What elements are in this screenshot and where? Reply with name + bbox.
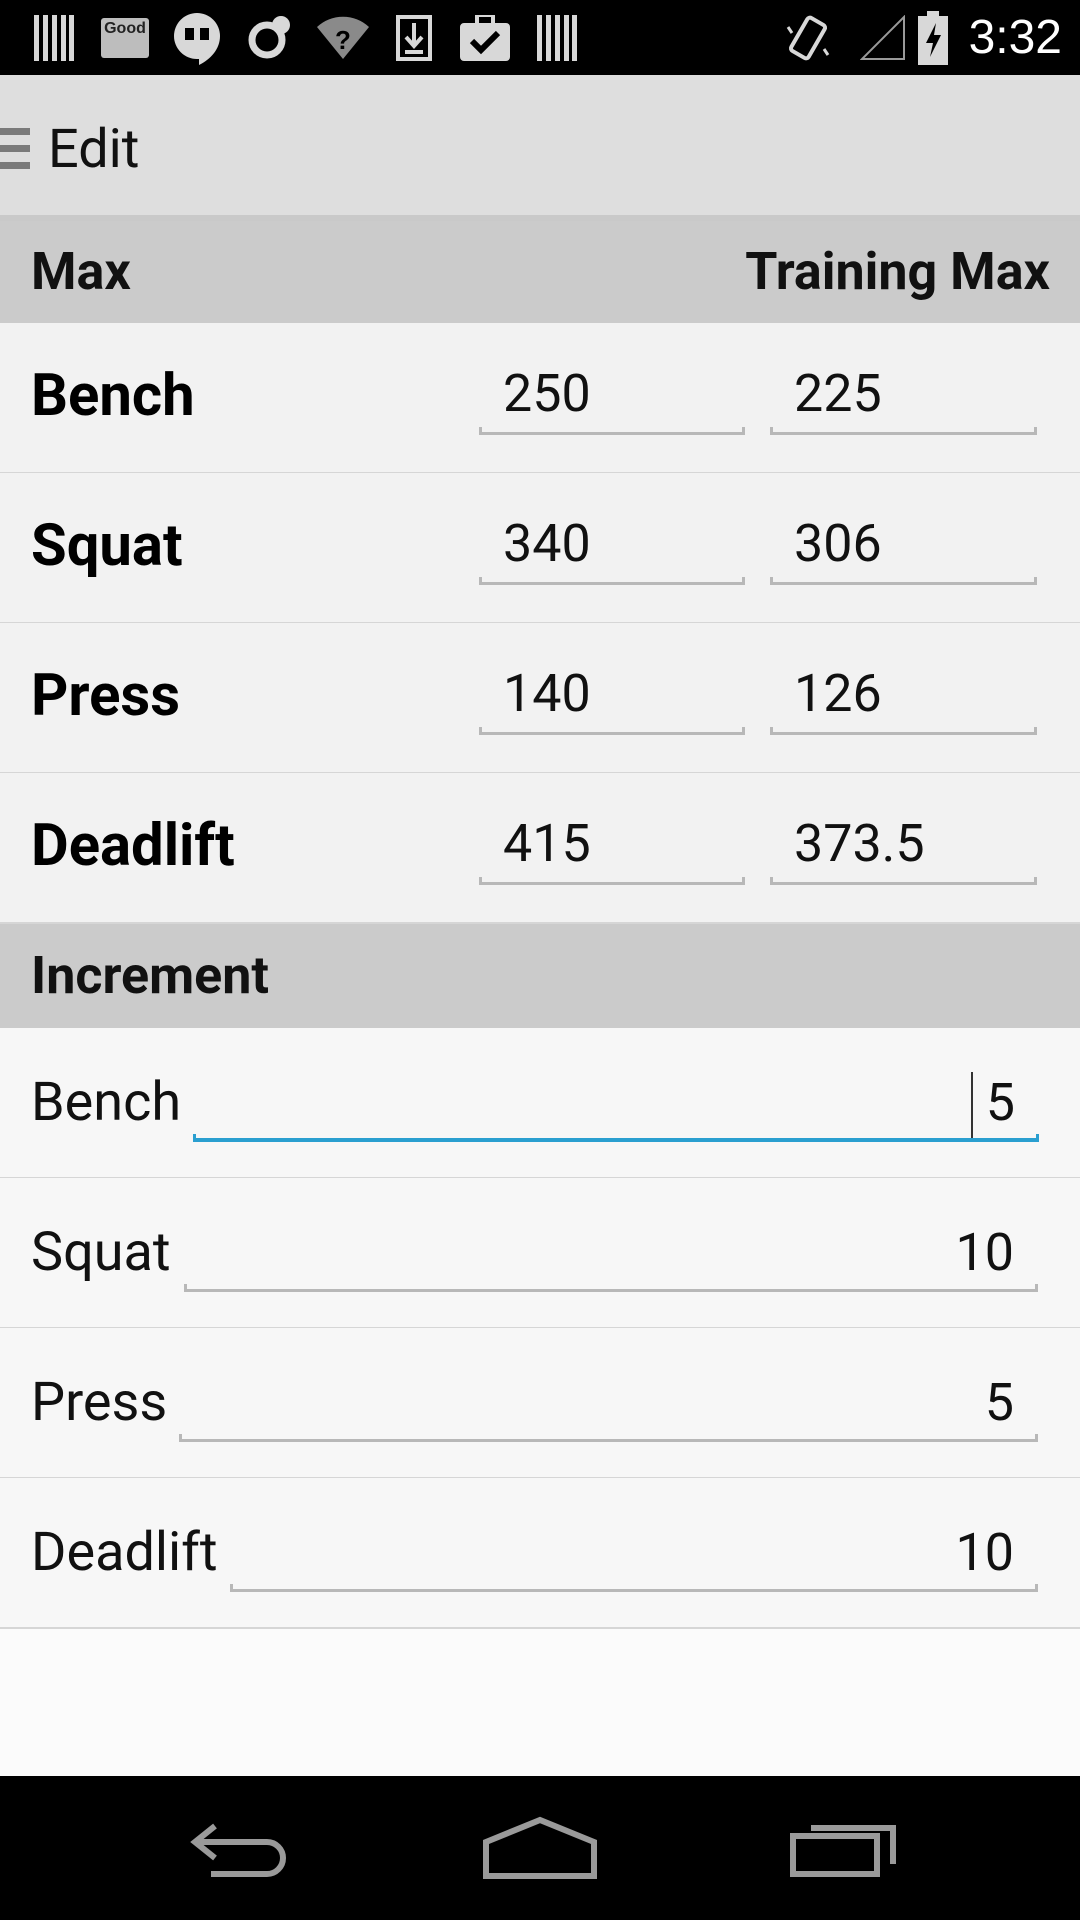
training-max-input[interactable]: 126	[770, 657, 1037, 735]
training-max-value: 126	[794, 663, 882, 724]
max-input[interactable]: 340	[479, 507, 745, 585]
wifi-question-icon: ?	[315, 10, 371, 66]
lift-label: Squat	[31, 512, 183, 580]
barcode-icon	[537, 10, 577, 66]
max-value: 340	[503, 513, 591, 574]
increment-input[interactable]: 5	[179, 1362, 1038, 1442]
hangouts-icon	[172, 10, 222, 66]
training-max-value: 373.5	[794, 813, 925, 874]
home-icon[interactable]	[480, 1806, 600, 1890]
good-label: Good	[101, 18, 149, 58]
lift-label: Squat	[31, 1221, 171, 1284]
increment-input[interactable]: 10	[230, 1512, 1038, 1592]
training-max-value: 306	[794, 513, 882, 574]
back-icon[interactable]	[180, 1806, 300, 1890]
training-max-value: 225	[794, 363, 882, 424]
training-max-input[interactable]: 225	[770, 357, 1037, 435]
max-header-label: Max	[31, 241, 131, 302]
svg-text:?: ?	[335, 25, 351, 55]
max-value: 250	[503, 363, 591, 424]
training-max-input[interactable]: 306	[770, 507, 1037, 585]
sync-icon	[245, 10, 293, 66]
increment-value: 10	[955, 1222, 1014, 1283]
max-row-press: Press 140 126	[0, 623, 1080, 774]
max-input[interactable]: 140	[479, 657, 745, 735]
lift-label: Bench	[31, 362, 195, 430]
increment-value: 10	[955, 1522, 1014, 1583]
increment-input[interactable]: 10	[184, 1212, 1038, 1292]
text-cursor	[971, 1072, 973, 1140]
max-value: 415	[503, 813, 591, 874]
lift-label: Press	[31, 1371, 168, 1434]
increment-row-press: Press 5	[0, 1328, 1080, 1479]
increment-value: 5	[984, 1372, 1014, 1433]
download-icon	[396, 10, 432, 66]
vibrate-icon	[784, 10, 832, 66]
max-input[interactable]: 415	[479, 807, 745, 885]
task-check-icon	[460, 10, 510, 66]
page-title[interactable]: Edit	[48, 115, 139, 185]
training-max-header-label: Training Max	[745, 241, 1050, 302]
status-time: 3:32	[968, 11, 1062, 64]
navigation-bar	[0, 1776, 1080, 1920]
recent-apps-icon[interactable]	[784, 1806, 904, 1890]
action-bar: Edit	[0, 75, 1080, 221]
increment-row-bench: Bench 5	[0, 1028, 1080, 1179]
drawer-menu-icon[interactable]	[0, 128, 30, 170]
increment-section-header: Increment	[0, 924, 1080, 1028]
battery-charging-icon	[918, 10, 948, 66]
max-section-header: Max Training Max	[0, 221, 1080, 323]
lift-label: Bench	[31, 1071, 182, 1134]
increment-header-label: Increment	[31, 945, 269, 1006]
lift-label: Press	[31, 662, 180, 730]
increment-input[interactable]: 5	[193, 1062, 1039, 1142]
max-value: 140	[503, 663, 591, 724]
increment-row-deadlift: Deadlift 10	[0, 1478, 1080, 1629]
lift-label: Deadlift	[31, 812, 235, 880]
barcode-icon	[34, 10, 74, 66]
increment-row-squat: Squat 10	[0, 1178, 1080, 1329]
increment-value: 5	[985, 1072, 1015, 1133]
max-row-deadlift: Deadlift 415 373.5	[0, 773, 1080, 924]
lift-label: Deadlift	[31, 1521, 218, 1584]
max-input[interactable]: 250	[479, 357, 745, 435]
max-row-bench: Bench 250 225	[0, 323, 1080, 474]
no-signal-icon	[860, 10, 906, 66]
training-max-input[interactable]: 373.5	[770, 807, 1037, 885]
max-row-squat: Squat 340 306	[0, 473, 1080, 624]
status-bar: Good ? 3:32	[0, 0, 1080, 75]
good-app-icon: Good	[101, 10, 149, 66]
